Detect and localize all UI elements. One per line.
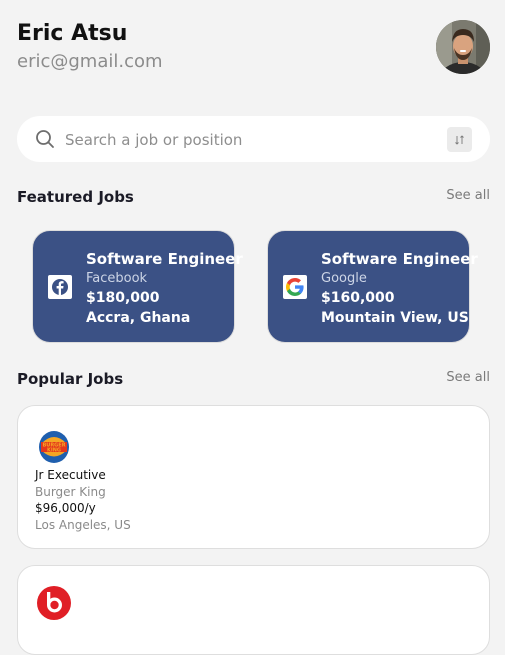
job-title: Software Engineer — [321, 250, 478, 268]
user-email: eric@gmail.com — [17, 51, 163, 72]
popular-see-all-link[interactable]: See all — [446, 370, 490, 385]
job-salary: $180,000 — [86, 290, 160, 306]
featured-jobs-title: Featured Jobs — [17, 188, 134, 206]
job-salary: $96,000/y — [35, 501, 96, 515]
svg-text:KING: KING — [47, 448, 61, 454]
job-salary: $160,000 — [321, 290, 395, 306]
burger-king-icon: BURGER KING — [36, 429, 72, 465]
search-icon — [36, 130, 54, 148]
featured-job-card[interactable]: Software Engineer Facebook $180,000 Accr… — [32, 230, 243, 343]
job-company: Google — [321, 271, 367, 286]
popular-job-card[interactable]: BURGER KING Jr Executive Burger King $96… — [17, 405, 490, 549]
facebook-icon — [48, 275, 72, 299]
job-location: Accra, Ghana — [86, 310, 191, 326]
popular-jobs-title: Popular Jobs — [17, 370, 124, 388]
beats-icon — [36, 585, 72, 621]
job-location: Mountain View, US — [321, 310, 469, 326]
job-title: Jr Executive — [35, 468, 106, 482]
search-bar — [17, 116, 490, 162]
avatar[interactable] — [436, 20, 490, 74]
profile-header: Eric Atsu eric@gmail.com — [17, 20, 163, 74]
filter-button[interactable] — [447, 127, 472, 152]
user-name: Eric Atsu — [17, 21, 128, 46]
job-location: Los Angeles, US — [35, 517, 131, 532]
job-title: Software Engineer — [86, 250, 243, 268]
popular-job-card[interactable] — [17, 565, 490, 655]
search-input[interactable] — [63, 127, 437, 153]
featured-see-all-link[interactable]: See all — [446, 188, 490, 203]
sort-icon — [455, 134, 464, 145]
featured-job-card[interactable]: Software Engineer Google $160,000 Mounta… — [267, 230, 478, 343]
job-company: Facebook — [86, 271, 148, 286]
job-company: Burger King — [35, 484, 106, 499]
avatar-photo — [436, 20, 490, 74]
google-icon — [283, 275, 307, 299]
